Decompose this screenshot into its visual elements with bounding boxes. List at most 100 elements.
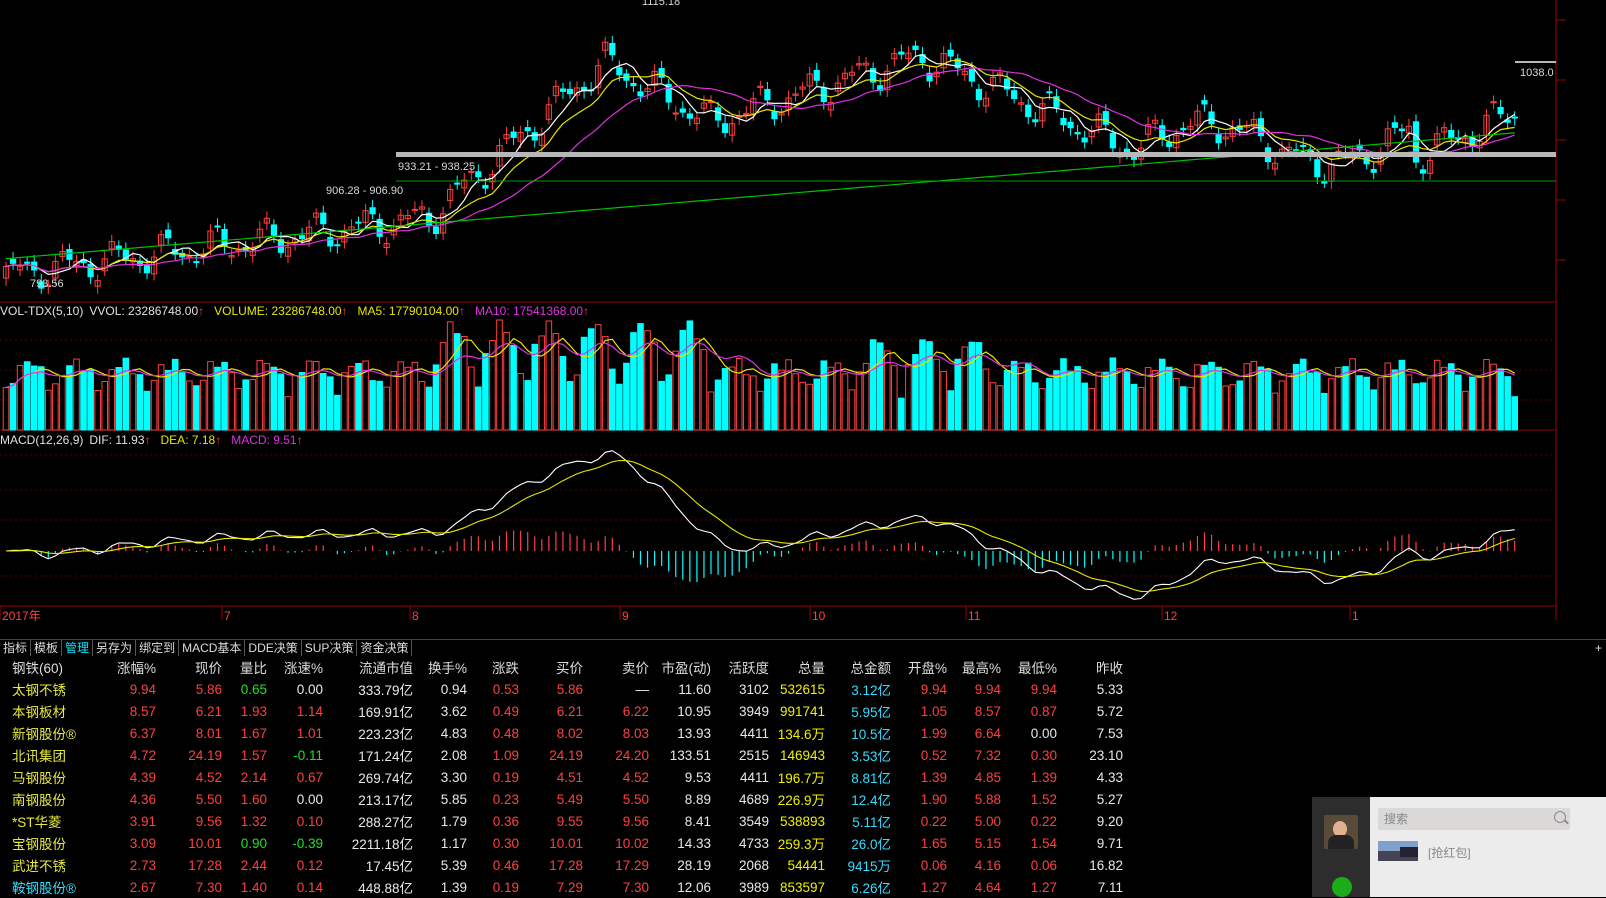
volume-bar bbox=[1299, 358, 1307, 431]
volume-bar bbox=[1229, 384, 1237, 431]
volume-bar bbox=[1137, 387, 1145, 431]
col-header-11[interactable]: 活跃度 bbox=[711, 656, 770, 678]
volume-bar bbox=[2, 387, 10, 431]
candle-body bbox=[1511, 116, 1518, 119]
col-header-0[interactable]: 钢铁(60) bbox=[0, 656, 112, 678]
cell-7: 0.48 bbox=[492, 725, 519, 741]
volume-bar bbox=[80, 371, 87, 431]
col-header-8[interactable]: 买价 bbox=[519, 656, 583, 678]
volume-bar bbox=[742, 374, 750, 431]
col-header-16[interactable]: 最低% bbox=[1001, 656, 1057, 678]
candle-body bbox=[1180, 127, 1187, 131]
tab-dde[interactable]: DDE决策 bbox=[245, 640, 302, 656]
candle-body bbox=[1335, 150, 1342, 153]
cell-13: 12.4亿 bbox=[851, 793, 891, 808]
volume-bar bbox=[1363, 376, 1370, 431]
cell-6: 5.39 bbox=[440, 857, 467, 873]
cell-0: 鞍钢股份® bbox=[12, 881, 76, 896]
cell-0: 宝钢股份 bbox=[12, 837, 66, 852]
dif-line bbox=[5, 450, 1515, 600]
col-header-10[interactable]: 市盈(动) bbox=[649, 656, 712, 678]
tab-macd-basic[interactable]: MACD基本 bbox=[179, 640, 246, 656]
candle-body bbox=[1067, 121, 1074, 129]
col-header-9[interactable]: 卖价 bbox=[583, 656, 649, 678]
cell-4: 0.10 bbox=[296, 813, 323, 829]
tab-manage[interactable]: 管理 bbox=[62, 640, 94, 656]
volume-bar bbox=[37, 366, 45, 431]
cell-4: 0.00 bbox=[296, 791, 323, 807]
candle-body bbox=[764, 89, 771, 101]
cell-5: 169.91亿 bbox=[358, 705, 413, 720]
cell-8: 5.86 bbox=[556, 681, 583, 697]
candle-body bbox=[24, 261, 31, 264]
cell-14: 1.39 bbox=[920, 769, 947, 785]
table-row[interactable]: 马钢股份 4.39 4.52 2.14 0.67 269.74亿 3.30 0.19 4.51 4… bbox=[0, 766, 1123, 788]
col-header-2[interactable]: 现价 bbox=[156, 656, 222, 678]
volume-bar bbox=[1039, 388, 1046, 431]
volume-bar bbox=[658, 380, 665, 431]
tab-bind-to[interactable]: 绑定到 bbox=[136, 640, 180, 656]
cell-1: 9.94 bbox=[129, 681, 156, 697]
cell-6: 1.39 bbox=[440, 879, 467, 895]
volume-bar bbox=[1165, 366, 1173, 431]
table-row[interactable]: 宝钢股份 3.09 10.01 0.90 -0.39 2211.18亿 1.17 0.30 10… bbox=[0, 832, 1123, 854]
candle-body bbox=[630, 82, 637, 87]
tab-indicator[interactable]: 指标 bbox=[0, 640, 32, 656]
col-header-6[interactable]: 换手% bbox=[413, 656, 467, 678]
table-row[interactable]: 太钢不锈 9.94 5.86 0.65 0.00 333.79亿 0.94 0.53 5.86 —… bbox=[0, 678, 1123, 700]
col-header-12[interactable]: 总量 bbox=[769, 656, 825, 678]
candle-body bbox=[165, 229, 172, 239]
cell-8: 8.02 bbox=[556, 725, 583, 741]
tab-sup[interactable]: SUP决策 bbox=[302, 640, 358, 656]
avatar[interactable] bbox=[1324, 815, 1358, 849]
table-row[interactable]: 南钢股份 4.36 5.50 1.60 0.00 213.17亿 5.85 0.23 5.49 5… bbox=[0, 788, 1123, 810]
volume-bar bbox=[1497, 368, 1504, 431]
cell-16: 0.87 bbox=[1030, 703, 1057, 719]
cell-14: 0.22 bbox=[920, 813, 947, 829]
search-input[interactable]: 搜索 bbox=[1378, 808, 1570, 830]
col-header-15[interactable]: 最高% bbox=[947, 656, 1001, 678]
col-header-14[interactable]: 开盘% bbox=[891, 656, 947, 678]
volume-bar bbox=[101, 380, 109, 431]
volume-bar bbox=[129, 373, 137, 431]
cell-3: 2.44 bbox=[240, 857, 267, 873]
col-header-4[interactable]: 涨速% bbox=[267, 656, 323, 678]
table-row[interactable]: 武进不锈 2.73 17.28 2.44 0.12 17.45亿 5.39 0.46 17.28… bbox=[0, 854, 1123, 876]
add-tab-button[interactable]: + bbox=[1595, 640, 1602, 656]
chat-message-preview[interactable]: [抢红包] bbox=[1428, 844, 1471, 861]
table-row[interactable]: 新钢股份® 6.37 8.01 1.67 1.01 223.23亿 4.83 0.48 8.02… bbox=[0, 722, 1123, 744]
cell-10: 28.19 bbox=[677, 857, 711, 873]
volume-bar bbox=[341, 372, 348, 431]
table-row[interactable]: 北讯集团 4.72 24.19 1.57 -0.11 171.24亿 2.08 1.09 24.… bbox=[0, 744, 1123, 766]
volume-bar bbox=[1067, 370, 1074, 431]
cell-5: 269.74亿 bbox=[358, 771, 413, 786]
contact-avatar[interactable] bbox=[1378, 841, 1418, 861]
volume-bar bbox=[1278, 380, 1286, 431]
macd-indicator-label: MACD(12,26,9) DIF: 11.93↑ DEA: 7.18↑ MACD: … bbox=[0, 433, 303, 447]
candle-body bbox=[334, 244, 341, 247]
table-row[interactable]: *ST华菱 3.91 9.56 1.32 0.10 288.27亿 1.79 0.36 9.55… bbox=[0, 810, 1123, 832]
col-header-17[interactable]: 昨收 bbox=[1057, 656, 1123, 678]
tab-save-as[interactable]: 另存为 bbox=[93, 640, 137, 656]
candle-body bbox=[1081, 137, 1088, 143]
col-header-5[interactable]: 流通市值 bbox=[323, 656, 413, 678]
candle-body bbox=[1060, 117, 1067, 126]
tab-fund[interactable]: 资金决策 bbox=[357, 640, 413, 656]
table-row[interactable]: 本钢板材 8.57 6.21 1.93 1.14 169.91亿 3.62 0.49 6.21 6… bbox=[0, 700, 1123, 722]
candle-body bbox=[411, 208, 418, 211]
table-row[interactable]: 鞍钢股份® 2.67 7.30 1.40 0.14 448.88亿 1.39 0.19 7.29… bbox=[0, 876, 1123, 898]
col-header-13[interactable]: 总金额 bbox=[825, 656, 892, 678]
tab-template[interactable]: 模板 bbox=[31, 640, 63, 656]
cell-1: 4.36 bbox=[129, 791, 156, 807]
candle-body bbox=[270, 224, 277, 236]
ma10-value: MA10: 17541368.00 bbox=[474, 304, 584, 318]
col-header-3[interactable]: 量比 bbox=[222, 656, 267, 678]
col-header-1[interactable]: 涨幅% bbox=[112, 656, 156, 678]
time-label: 9 bbox=[622, 609, 629, 623]
chat-icon[interactable] bbox=[1332, 877, 1352, 897]
volume-indicator-label: VOL-TDX(5,10) VVOL: 23286748.00↑ VOLUME: 2… bbox=[0, 304, 590, 318]
kline-chart[interactable]: 933.21 - 938.25 906.28 - 906.90 793.56 1115… bbox=[0, 0, 1606, 639]
col-header-7[interactable]: 涨跌 bbox=[467, 656, 519, 678]
volume-bar bbox=[418, 381, 426, 431]
search-icon[interactable] bbox=[1554, 811, 1566, 823]
